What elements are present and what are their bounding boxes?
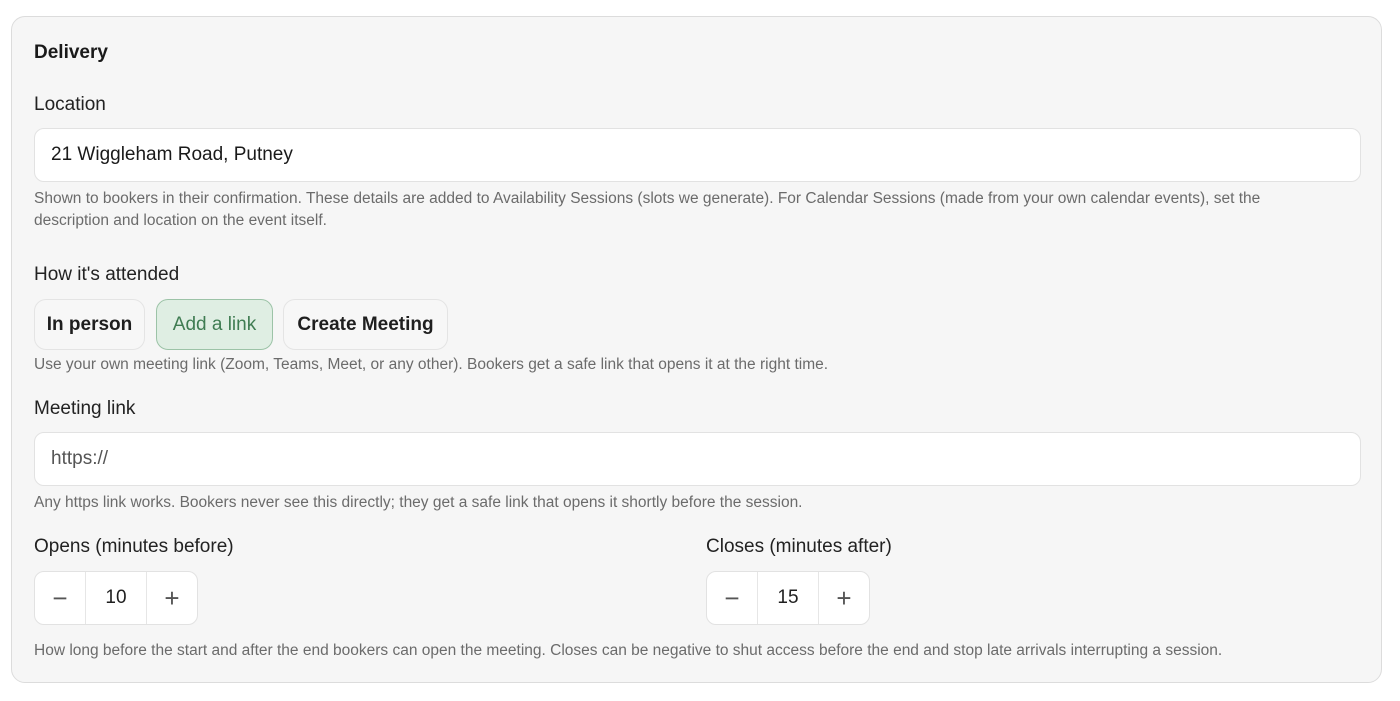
attendance-help: Use your own meeting link (Zoom, Teams, … (34, 356, 829, 373)
closes-stepper: − 15 + (706, 571, 870, 625)
opens-value[interactable]: 10 (85, 572, 147, 624)
location-help: Shown to bookers in their confirmation. … (34, 190, 1261, 229)
closes-label: Closes (minutes after) (706, 536, 892, 557)
attendance-label: How it's attended (34, 264, 180, 285)
option-create-meeting[interactable]: Create Meeting (283, 299, 448, 350)
closes-decrement-button[interactable]: − (707, 572, 757, 624)
meeting-link-label: Meeting link (34, 398, 136, 419)
timing-help: How long before the start and after the … (34, 642, 1223, 659)
meeting-link-input[interactable] (34, 432, 1361, 486)
opens-increment-button[interactable]: + (147, 572, 197, 624)
section-title: Delivery (34, 42, 108, 63)
closes-increment-button[interactable]: + (819, 572, 869, 624)
delivery-card: Delivery Location Shown to bookers in th… (11, 16, 1382, 683)
closes-value[interactable]: 15 (757, 572, 819, 624)
meeting-link-help: Any https link works. Bookers never see … (34, 494, 803, 511)
opens-decrement-button[interactable]: − (35, 572, 85, 624)
option-add-link[interactable]: Add a link (156, 299, 273, 350)
location-input[interactable] (34, 128, 1361, 182)
location-label: Location (34, 94, 106, 115)
option-in-person[interactable]: In person (34, 299, 145, 350)
opens-label: Opens (minutes before) (34, 536, 234, 557)
opens-stepper: − 10 + (34, 571, 198, 625)
